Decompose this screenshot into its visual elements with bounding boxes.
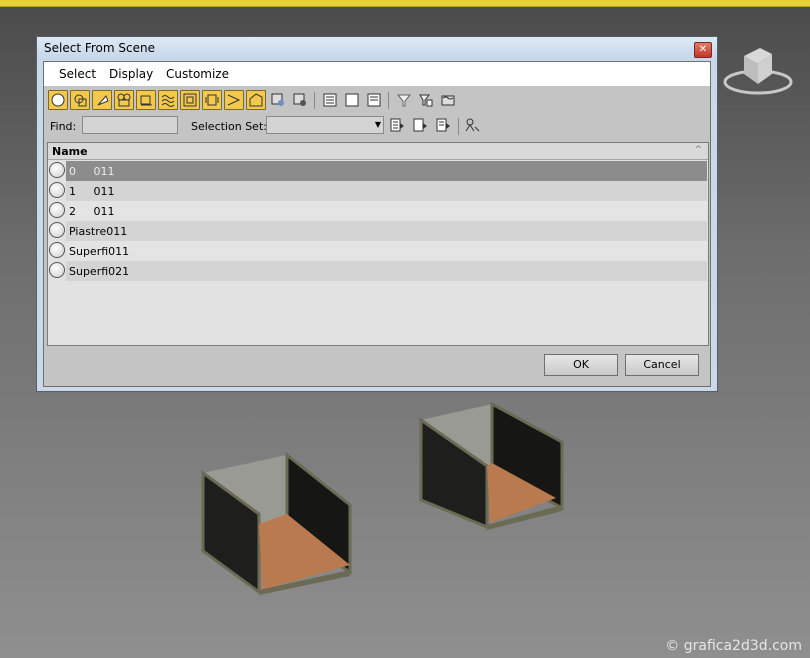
containers-icon[interactable] (246, 90, 266, 110)
menu-bar: Select Display Customize (44, 62, 710, 86)
filter-toolbar (48, 90, 488, 112)
display-all-icon[interactable] (320, 90, 340, 110)
row-background (66, 221, 707, 241)
menu-display[interactable]: Display (109, 67, 153, 81)
lights-icon[interactable] (92, 90, 112, 110)
select-invert-icon[interactable] (434, 116, 454, 136)
row-background (66, 261, 707, 281)
helpers-icon[interactable] (136, 90, 156, 110)
find-label: Find: (50, 120, 77, 133)
find-input[interactable] (82, 116, 178, 134)
row-background (66, 181, 707, 201)
table-row[interactable]: 1 011 (48, 181, 708, 201)
chevron-down-icon: ▼ (374, 120, 381, 129)
object-type-icon (49, 162, 65, 178)
groups-icon[interactable] (180, 90, 200, 110)
select-none-icon[interactable] (411, 116, 431, 136)
object-name: Superfi011 (69, 245, 130, 258)
box-object-left[interactable] (201, 451, 352, 595)
menu-select[interactable]: Select (59, 67, 96, 81)
display-none-icon[interactable] (342, 90, 362, 110)
hidden-icon[interactable] (290, 90, 310, 110)
box-object-right[interactable] (419, 401, 564, 530)
toolbar-separator (388, 92, 389, 109)
row-background (66, 201, 707, 221)
object-name: Superfi021 (69, 265, 130, 278)
object-type-icon (49, 242, 65, 258)
frozen-icon[interactable] (268, 90, 288, 110)
object-name: Piastre011 (69, 225, 128, 238)
object-name: 1 011 (69, 185, 115, 198)
shapes-icon[interactable] (70, 90, 90, 110)
table-row[interactable]: 0 011 (48, 161, 708, 181)
display-invert-icon[interactable] (364, 90, 384, 110)
ok-button[interactable]: OK (544, 354, 618, 376)
viewcube[interactable] (722, 38, 794, 98)
object-name: 0 011 (69, 165, 115, 178)
row-background (66, 161, 707, 181)
table-row[interactable]: Superfi011 (48, 241, 708, 261)
object-type-icon (49, 202, 65, 218)
selection-set-dropdown[interactable]: ▼ (266, 116, 384, 134)
selection-set-label: Selection Set: (191, 120, 267, 133)
bones-icon[interactable] (224, 90, 244, 110)
xrefs-icon[interactable] (202, 90, 222, 110)
table-row[interactable]: Superfi021 (48, 261, 708, 281)
find-case-icon[interactable] (463, 116, 483, 136)
object-type-icon (49, 182, 65, 198)
object-type-icon (49, 222, 65, 238)
geometry-icon[interactable] (48, 90, 68, 110)
close-button[interactable]: ✕ (694, 42, 712, 58)
toolbar-separator (458, 118, 459, 135)
layer-icon[interactable] (438, 90, 458, 110)
table-row[interactable]: Piastre011 (48, 221, 708, 241)
menu-customize[interactable]: Customize (166, 67, 229, 81)
spacewarps-icon[interactable] (158, 90, 178, 110)
sort-ascending-icon: ^ (694, 145, 702, 155)
cancel-button[interactable]: Cancel (625, 354, 699, 376)
scene-object-list[interactable]: Name ^ 0 011 1 011 2 011 Piastre011 Superfi0… (47, 142, 709, 346)
object-name: 2 011 (69, 205, 115, 218)
toolbar-separator (314, 92, 315, 109)
filter-icon[interactable] (394, 90, 414, 110)
cameras-icon[interactable] (114, 90, 134, 110)
row-background (66, 241, 707, 261)
dialog-client: Select Display Customize Find: Selection… (43, 61, 711, 387)
select-from-scene-dialog: Select From Scene ✕ Select Display Custo… (36, 36, 718, 392)
column-name-header[interactable]: Name (52, 145, 88, 158)
dialog-title: Select From Scene (44, 41, 155, 55)
object-type-icon (49, 262, 65, 278)
filter-settings-icon[interactable] (416, 90, 436, 110)
table-row[interactable]: 2 011 (48, 201, 708, 221)
find-row: Find: Selection Set: ▼ (48, 115, 488, 137)
select-all-icon[interactable] (388, 116, 408, 136)
dialog-titlebar[interactable]: Select From Scene ✕ (37, 37, 717, 59)
list-header[interactable]: Name ^ (48, 143, 708, 160)
watermark-text: © grafica2d3d.com (665, 638, 802, 654)
